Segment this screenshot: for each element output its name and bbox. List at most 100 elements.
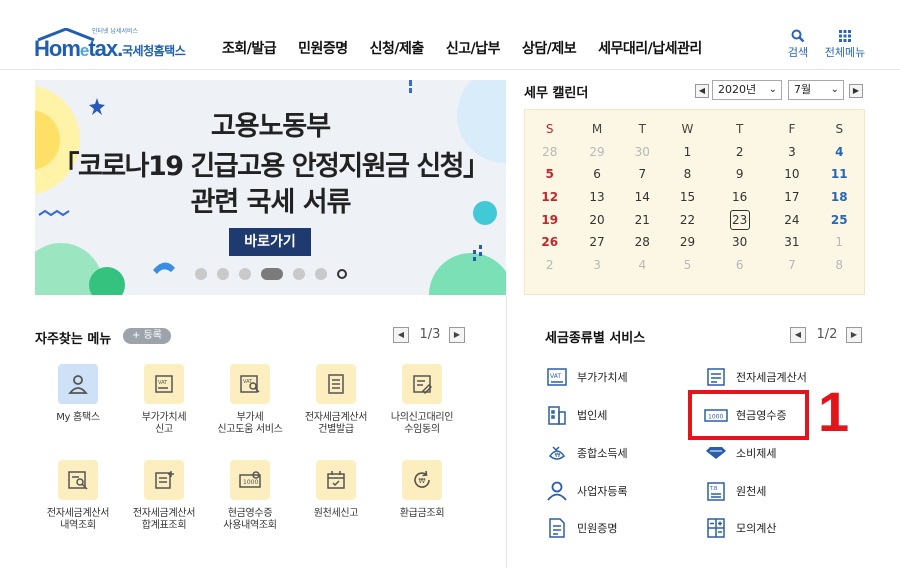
favorite-my-hometax[interactable]: My 홈택스 xyxy=(33,364,123,424)
favorites-register-button[interactable]: + 등록 xyxy=(123,328,171,344)
favorites-pager: ◀ 1/3 ▶ xyxy=(393,327,469,345)
calendar-day[interactable]: 29 xyxy=(574,141,619,164)
calendar-day[interactable]: 3 xyxy=(769,141,814,164)
hometax-logo[interactable]: 인터넷 납세서비스 Hometax. 국세청홈택스 xyxy=(34,26,194,62)
e-invoice-icon xyxy=(707,368,725,386)
tax-service-excise-tax[interactable]: 소비제세 xyxy=(704,441,776,465)
banner-go-button[interactable]: 바로가기 xyxy=(229,228,311,256)
calendar-day[interactable]: 18 xyxy=(815,186,865,209)
favorites-next-button[interactable]: ▶ xyxy=(449,327,465,343)
favorite-label: 원천세신고 xyxy=(313,508,359,519)
calendar-day[interactable]: 29 xyxy=(665,231,710,254)
tax-services-prev-button[interactable]: ◀ xyxy=(790,327,806,343)
calendar-day[interactable]: 4 xyxy=(620,254,665,277)
calendar-day[interactable]: 30 xyxy=(620,141,665,164)
calendar-day[interactable]: 15 xyxy=(665,186,710,209)
calendar-day[interactable]: 3 xyxy=(574,254,619,277)
banner-pagination xyxy=(195,268,347,280)
banner-dot-5[interactable] xyxy=(293,268,305,280)
calendar-day[interactable]: 31 xyxy=(769,231,814,254)
calendar-day[interactable]: 25 xyxy=(815,208,865,231)
calendar-day[interactable]: 5 xyxy=(525,163,574,186)
favorite-vat-filing[interactable]: VAT 부가가치세 신고 xyxy=(119,364,209,436)
calendar-day[interactable]: 8 xyxy=(665,163,710,186)
calendar-day[interactable]: 13 xyxy=(574,186,619,209)
tax-service-vat[interactable]: VAT 부가가치세 xyxy=(545,365,628,389)
chevron-down-icon: ⌄ xyxy=(830,84,839,95)
calendar-day[interactable]: 19 xyxy=(525,208,574,231)
tax-service-income-tax[interactable]: ₩ 종합소득세 xyxy=(545,441,628,465)
nav-item-inquiry[interactable]: 조회/발급 xyxy=(222,38,277,58)
promo-banner[interactable]: 고용노동부 「코로나19 긴급고용 안정지원금 신청」 관련 국세 서류 바로가… xyxy=(35,80,506,295)
nav-item-tax-agent[interactable]: 세무대리/납세관리 xyxy=(598,38,702,58)
tax-service-withholding-tax[interactable]: T.B 원천세 xyxy=(704,479,766,503)
favorite-einvoice-summary[interactable]: 전자세금계산서 합계표조회 xyxy=(119,460,209,532)
calendar-day[interactable]: 28 xyxy=(620,231,665,254)
favorite-label: 환급금조회 xyxy=(399,508,445,519)
calendar-next-button[interactable]: ▶ xyxy=(849,84,863,98)
calendar-day[interactable]: 6 xyxy=(574,163,619,186)
nav-item-filing-payment[interactable]: 신고/납부 xyxy=(446,38,501,58)
banner-stop-icon[interactable] xyxy=(337,269,347,279)
favorite-refund-inquiry[interactable]: ₩ 환급금조회 xyxy=(377,460,467,520)
calendar-year-select[interactable]: 2020년 ⌄ xyxy=(712,80,782,100)
withholding-tax-icon: T.B xyxy=(707,482,725,501)
calendar-day[interactable]: 6 xyxy=(710,254,769,277)
search-button[interactable]: 검색 xyxy=(784,28,812,60)
svg-text:VAT: VAT xyxy=(158,380,168,386)
favorite-agent-consent[interactable]: 나의신고대리인 수임동의 xyxy=(377,364,467,436)
favorite-cash-receipt-history[interactable]: 1000 현금영수증 사용내역조회 xyxy=(205,460,295,532)
tax-service-label: 소비제세 xyxy=(736,447,777,460)
calendar-day[interactable]: 8 xyxy=(815,254,865,277)
tax-service-simulation[interactable]: 모의계산 xyxy=(704,516,776,540)
all-menu-button[interactable]: 전체메뉴 xyxy=(822,28,868,60)
banner-dot-6[interactable] xyxy=(315,268,327,280)
nav-item-applications[interactable]: 신청/제출 xyxy=(370,38,425,58)
calendar-month-select[interactable]: 7월 ⌄ xyxy=(788,80,844,100)
calendar-day[interactable]: 7 xyxy=(769,254,814,277)
nav-item-certificates[interactable]: 민원증명 xyxy=(298,38,348,58)
svg-text:T.B: T.B xyxy=(709,486,718,492)
calendar-day[interactable]: 22 xyxy=(665,208,710,231)
nav-item-consultation[interactable]: 상담/제보 xyxy=(522,38,577,58)
calendar-day[interactable]: 30 xyxy=(710,231,769,254)
tax-service-corporate-tax[interactable]: 법인세 xyxy=(545,403,607,427)
weekday-sun: S xyxy=(545,122,554,137)
calendar-day[interactable]: 7 xyxy=(620,163,665,186)
calendar-day-today[interactable]: 23 xyxy=(710,208,769,231)
calendar-day[interactable]: 17 xyxy=(769,186,814,209)
calendar-day[interactable]: 26 xyxy=(525,231,574,254)
favorite-vat-help[interactable]: VAT 부가세 신고도움 서비스 xyxy=(205,364,295,436)
calendar-day[interactable]: 4 xyxy=(815,141,865,164)
tax-service-e-invoice[interactable]: 전자세금계산서 xyxy=(704,365,807,389)
tax-service-certificates[interactable]: 민원증명 xyxy=(545,516,617,540)
calendar-day[interactable]: 12 xyxy=(525,186,574,209)
calendar-day[interactable]: 14 xyxy=(620,186,665,209)
tax-services-next-button[interactable]: ▶ xyxy=(846,327,862,343)
favorites-page-indicator: 1/3 xyxy=(419,327,441,342)
banner-dot-1[interactable] xyxy=(195,268,207,280)
favorite-einvoice-history[interactable]: 전자세금계산서 내역조회 xyxy=(33,460,123,532)
tax-service-business-registration[interactable]: 사업자등록 xyxy=(545,479,628,503)
calendar-day[interactable]: 21 xyxy=(620,208,665,231)
calendar-day[interactable]: 10 xyxy=(769,163,814,186)
favorite-withholding-filing[interactable]: 원천세신고 xyxy=(291,460,381,520)
banner-dot-4-active[interactable] xyxy=(261,268,283,280)
calendar-day[interactable]: 1 xyxy=(665,141,710,164)
calendar-day[interactable]: 20 xyxy=(574,208,619,231)
favorites-prev-button[interactable]: ◀ xyxy=(393,327,409,343)
banner-dot-3[interactable] xyxy=(239,268,251,280)
calendar-day[interactable]: 16 xyxy=(710,186,769,209)
calendar-day[interactable]: 9 xyxy=(710,163,769,186)
calendar-day[interactable]: 5 xyxy=(665,254,710,277)
calendar-day[interactable]: 2 xyxy=(525,254,574,277)
banner-dot-2[interactable] xyxy=(217,268,229,280)
calendar-day[interactable]: 27 xyxy=(574,231,619,254)
calendar-day[interactable]: 2 xyxy=(710,141,769,164)
favorite-einvoice-issue[interactable]: 전자세금계산서 건별발급 xyxy=(291,364,381,436)
calendar-day[interactable]: 11 xyxy=(815,163,865,186)
calendar-prev-button[interactable]: ◀ xyxy=(695,84,709,98)
calendar-day[interactable]: 1 xyxy=(815,231,865,254)
calendar-day[interactable]: 24 xyxy=(769,208,814,231)
calendar-day[interactable]: 28 xyxy=(525,141,574,164)
